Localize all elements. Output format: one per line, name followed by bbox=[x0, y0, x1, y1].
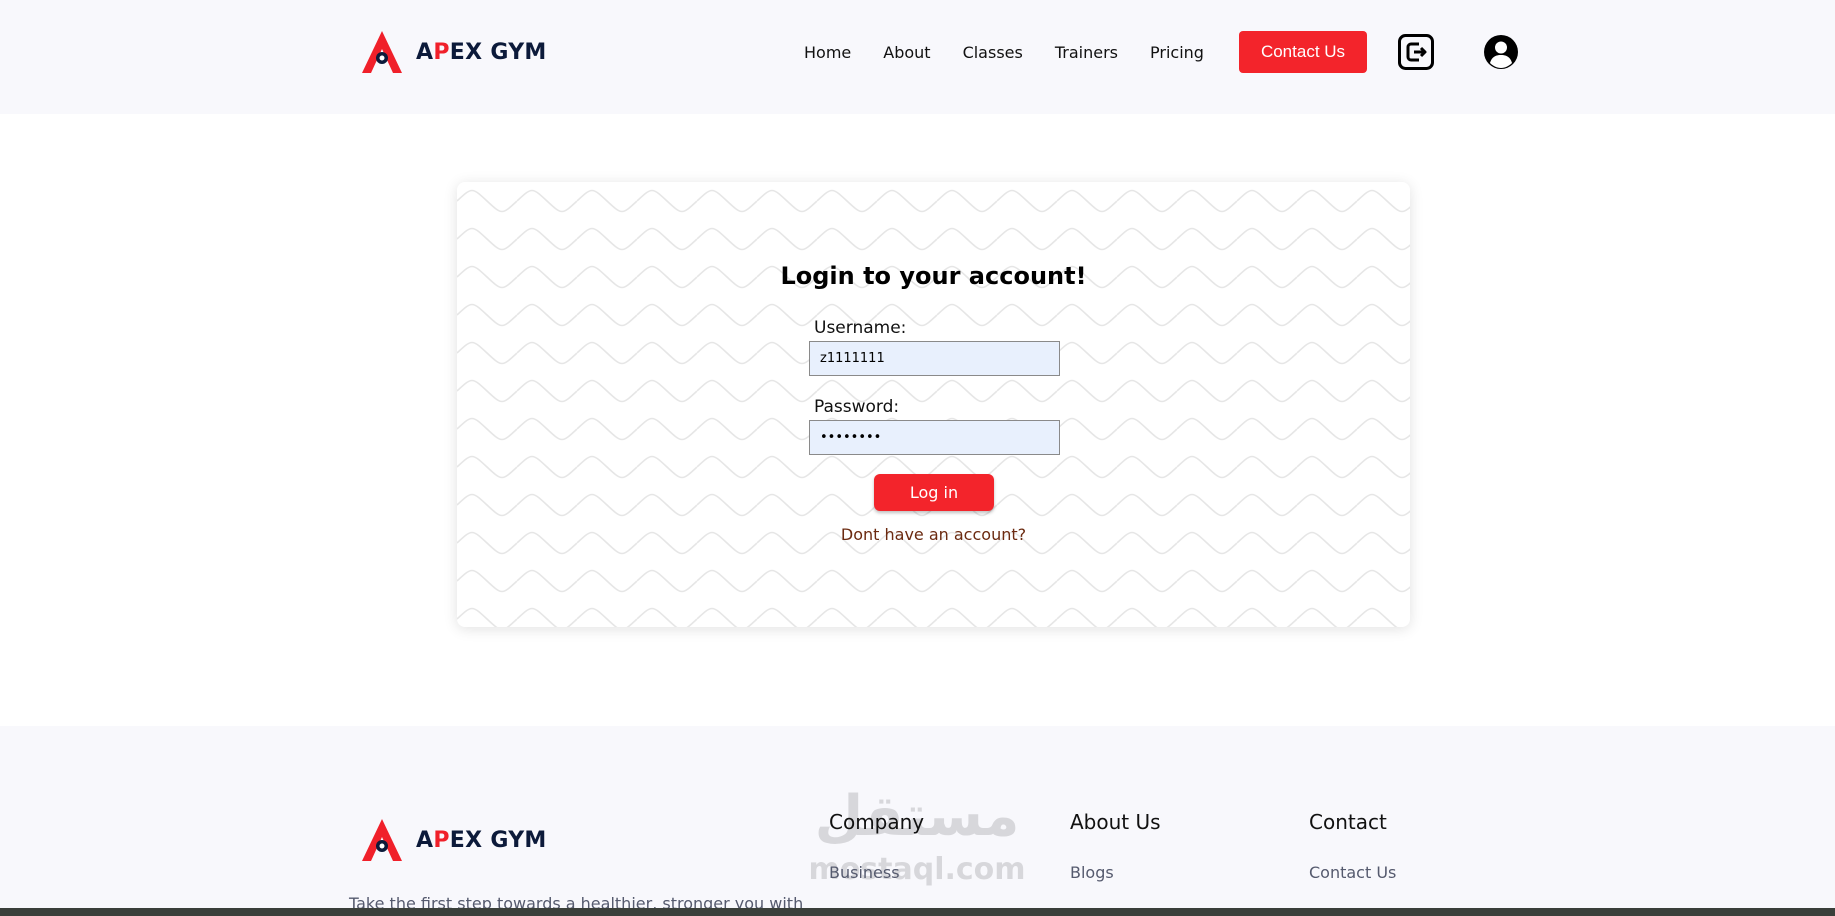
nav-pricing[interactable]: Pricing bbox=[1150, 43, 1204, 62]
login-title: Login to your account! bbox=[780, 262, 1087, 290]
logo-mark-icon bbox=[362, 819, 402, 861]
footer-heading-about-us: About Us bbox=[1070, 810, 1161, 834]
footer-heading-contact: Contact bbox=[1309, 810, 1387, 834]
site-footer: APEX GYM Take the first step towards a h… bbox=[0, 726, 1835, 916]
nav-about[interactable]: About bbox=[883, 43, 930, 62]
site-header: APEX GYM Home About Classes Trainers Pri… bbox=[0, 0, 1835, 114]
contact-us-button[interactable]: Contact Us bbox=[1239, 31, 1367, 73]
header-logo[interactable]: APEX GYM bbox=[362, 30, 547, 74]
password-label: Password: bbox=[814, 397, 900, 417]
signup-link[interactable]: Dont have an account? bbox=[457, 525, 1410, 544]
login-button[interactable]: Log in bbox=[874, 474, 994, 511]
login-form: Login to your account! Username: Passwor… bbox=[457, 182, 1410, 627]
username-label: Username: bbox=[814, 318, 907, 338]
logout-icon[interactable] bbox=[1398, 34, 1434, 70]
nav-trainers[interactable]: Trainers bbox=[1055, 43, 1118, 62]
footer-heading-company: Company bbox=[829, 810, 925, 834]
logo-mark-icon bbox=[362, 31, 402, 73]
logo-wordmark: APEX GYM bbox=[416, 39, 547, 65]
login-card: Login to your account! Username: Passwor… bbox=[457, 182, 1410, 627]
username-input[interactable] bbox=[809, 341, 1060, 376]
footer-link-business[interactable]: Business bbox=[829, 863, 900, 882]
nav-home[interactable]: Home bbox=[804, 43, 851, 62]
user-account-icon[interactable] bbox=[1483, 34, 1519, 70]
footer-logo[interactable]: APEX GYM bbox=[362, 818, 547, 862]
password-input[interactable] bbox=[809, 420, 1060, 455]
bottom-image-strip bbox=[0, 908, 1835, 916]
footer-link-blogs[interactable]: Blogs bbox=[1070, 863, 1114, 882]
footer-link-contact-us[interactable]: Contact Us bbox=[1309, 863, 1396, 882]
nav-classes[interactable]: Classes bbox=[963, 43, 1023, 62]
main-nav: Home About Classes Trainers Pricing bbox=[804, 30, 1236, 74]
logo-wordmark: APEX GYM bbox=[416, 827, 547, 853]
